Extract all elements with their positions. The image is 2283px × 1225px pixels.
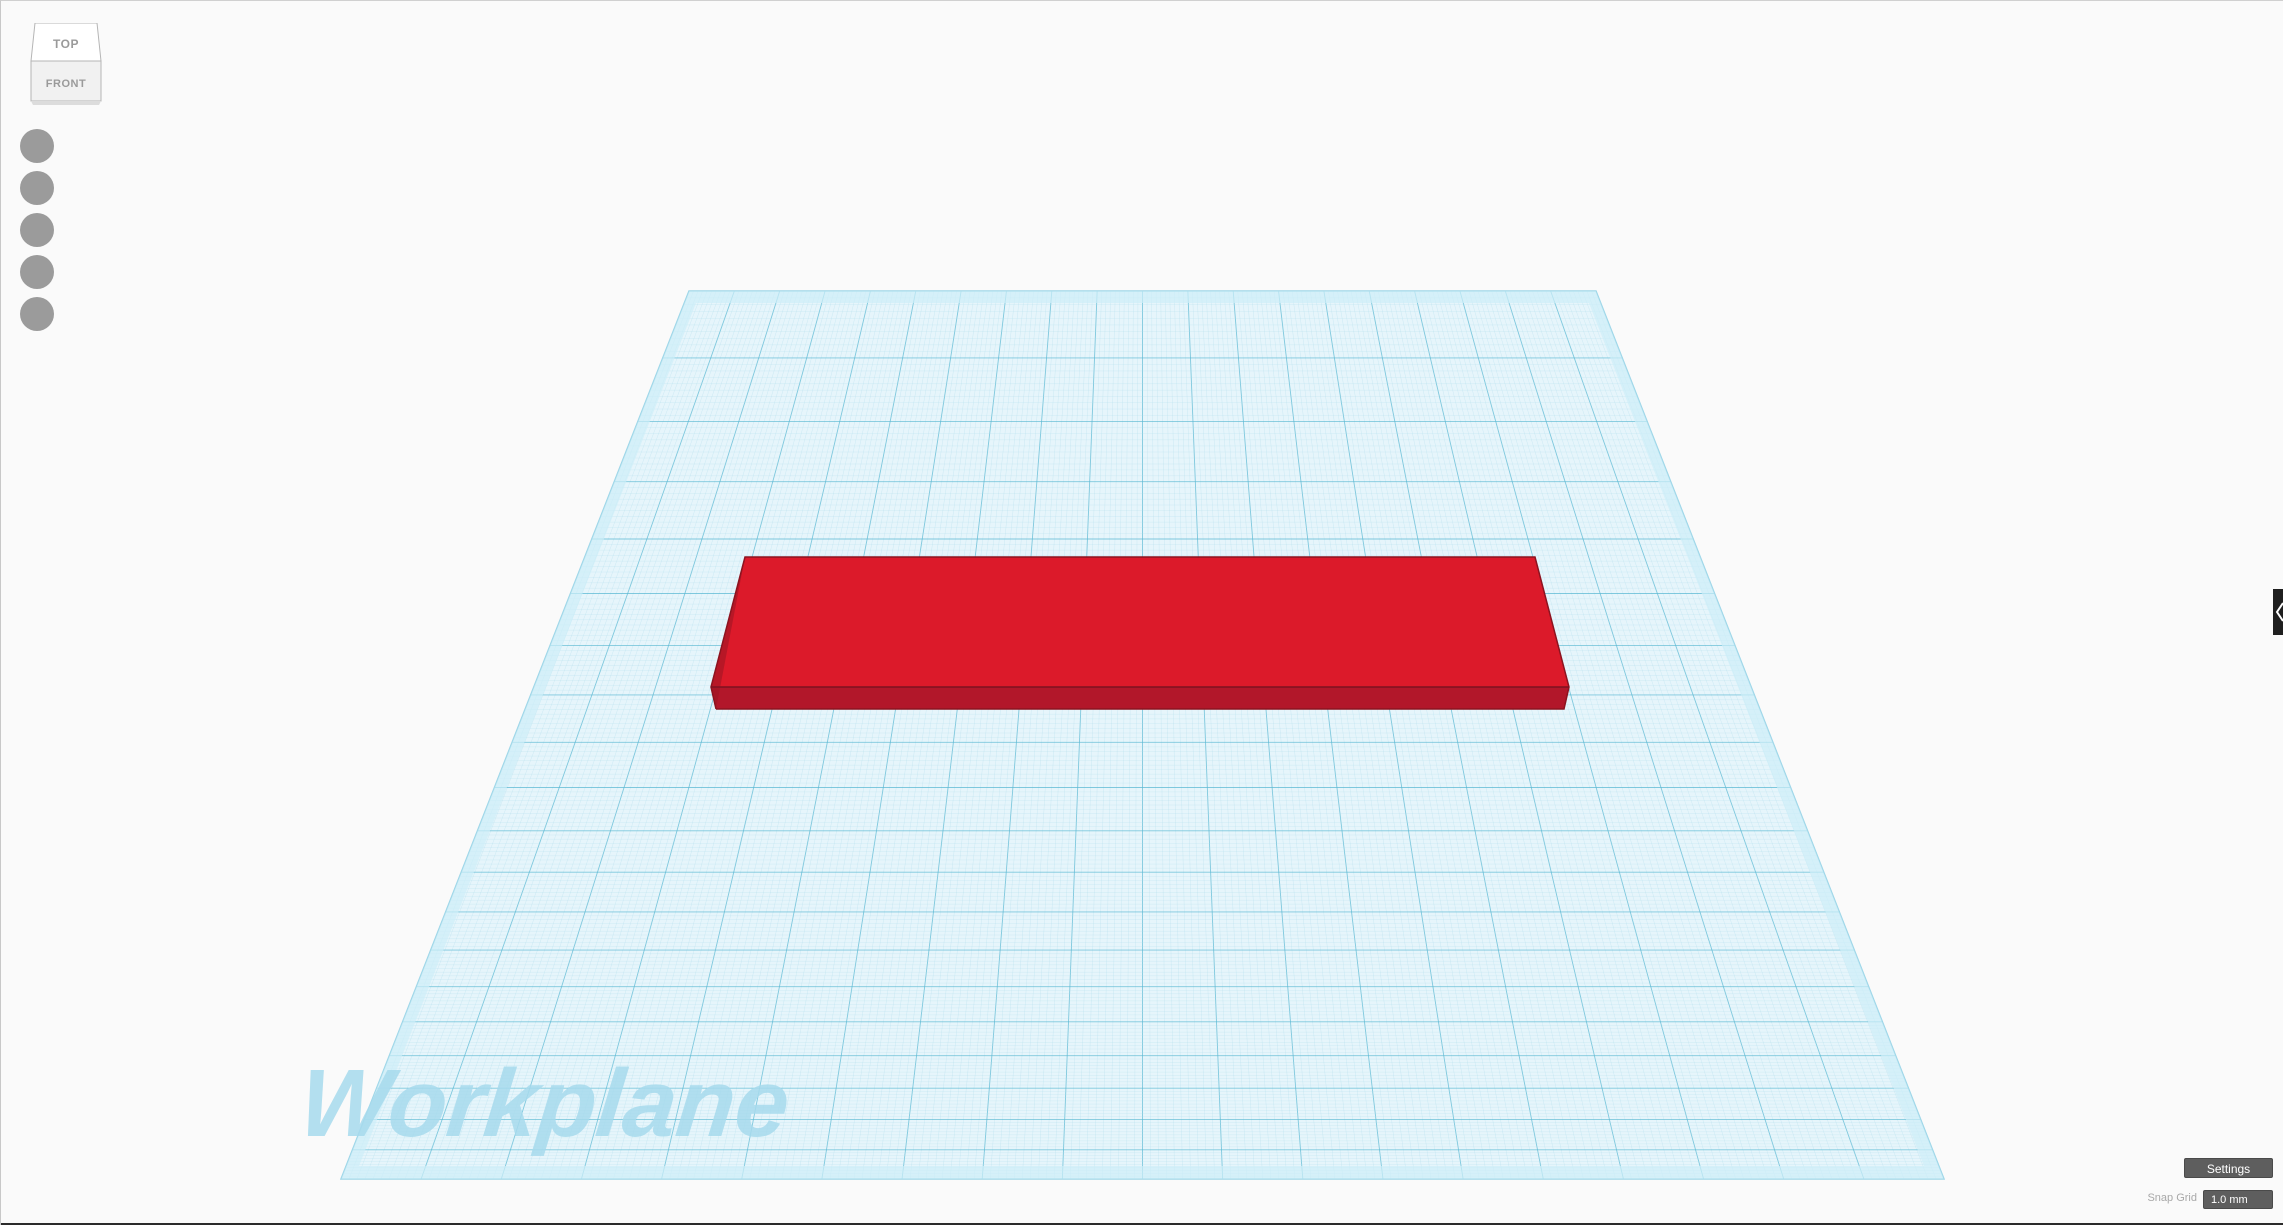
- viewcube[interactable]: TOP FRONT: [29, 23, 103, 107]
- viewcube-front-face[interactable]: FRONT: [29, 78, 103, 90]
- snap-grid-select[interactable]: 1.0 mm: [2203, 1190, 2273, 1209]
- viewcube-top-face[interactable]: TOP: [29, 37, 103, 51]
- 3d-viewport[interactable]: Workplane: [1, 1, 2283, 1225]
- fit-all-button[interactable]: [20, 171, 54, 205]
- design-editor: Workplane TOP FRONT Settings Snap Grid 1…: [0, 0, 2283, 1225]
- chevron-left-icon: [2275, 602, 2283, 622]
- box-top-face[interactable]: [711, 557, 1569, 687]
- zoom-in-button[interactable]: [20, 213, 54, 247]
- panel-toggle-button[interactable]: [2273, 589, 2283, 635]
- home-view-button[interactable]: [20, 129, 54, 163]
- viewcube-icon: [30, 23, 102, 105]
- zoom-out-button[interactable]: [20, 255, 54, 289]
- workplane-label: Workplane: [295, 1050, 795, 1157]
- settings-button[interactable]: Settings: [2184, 1158, 2273, 1178]
- snap-grid-label: Snap Grid: [2147, 1192, 2197, 1204]
- view-tools: [20, 129, 54, 339]
- box-shape[interactable]: [710, 556, 1570, 710]
- perspective-button[interactable]: [20, 297, 54, 331]
- box-front-face[interactable]: [711, 687, 1569, 709]
